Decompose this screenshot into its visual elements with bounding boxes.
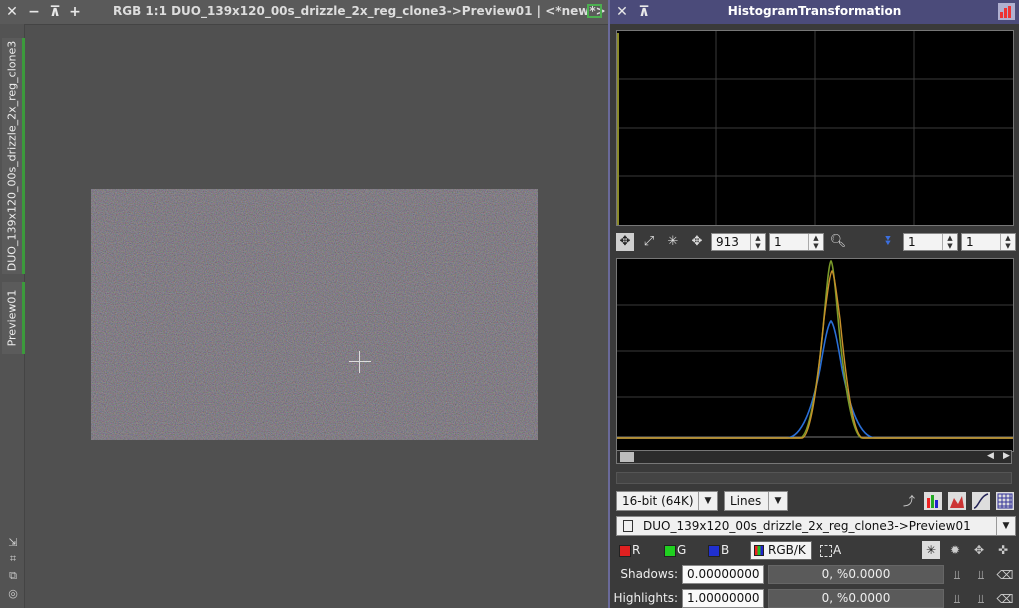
tab-preview01[interactable]: Preview01	[2, 282, 25, 354]
histogram-auto-icon[interactable]: ⫫	[972, 590, 990, 608]
channel-a-checkbox[interactable]	[820, 545, 832, 557]
channel-a-label[interactable]: A	[833, 543, 841, 557]
horizontal-zoom-stepper[interactable]: 913 ▲ ▼	[711, 233, 766, 251]
shade-icon[interactable]: ⊼	[47, 4, 63, 20]
pan-icon[interactable]: ✥	[688, 233, 706, 251]
bit-depth-value: 16-bit (64K)	[622, 494, 694, 508]
vertical-zoom-value: 1	[774, 235, 782, 249]
scrollbar-thumb[interactable]	[620, 452, 634, 462]
image-view-icon	[623, 520, 633, 532]
view-selector[interactable]: DUO_139x120_00s_drizzle_2x_reg_clone3->P…	[616, 516, 1016, 536]
stepper-arrows-icon[interactable]: ▲ ▼	[1000, 234, 1015, 250]
shadows-clipping: 0, %0.0000	[768, 565, 944, 584]
zoom-in-icon[interactable]: ⤢	[640, 233, 658, 251]
stepper-arrows-icon[interactable]: ▲ ▼	[750, 234, 765, 250]
chevron-down-icon: ▼	[698, 492, 717, 510]
zoom-out-icon[interactable]: ✳	[664, 233, 682, 251]
vertical-zoom-stepper[interactable]: 1 ▲ ▼	[769, 233, 824, 251]
tab-preview01-label: Preview01	[5, 289, 19, 347]
tab-main-view[interactable]: DUO_139x120_00s_drizzle_2x_reg_clone3	[2, 38, 25, 274]
magnifier-icon[interactable]: 🔍︎	[829, 233, 847, 251]
output-v-zoom-stepper[interactable]: 1 ▲ ▼	[961, 233, 1016, 251]
cursor-crosshair	[349, 361, 371, 362]
histogram-auto-icon[interactable]: ⫫	[972, 566, 990, 584]
move-icon[interactable]: ✥	[616, 233, 634, 251]
histogram-transformation-window: ✕ ⊼ HistogramTransformation ✥ ⤢ ✳ ✥ 913 …	[608, 0, 1019, 608]
bit-depth-select[interactable]: 16-bit (64K) ▼	[616, 491, 718, 511]
scroll-right-icon[interactable]: ▶	[1003, 451, 1010, 461]
transfer-curve-icon[interactable]	[972, 492, 990, 510]
input-histogram[interactable]	[616, 258, 1014, 452]
channel-g-label[interactable]: G	[677, 543, 686, 557]
output-v-zoom-value: 1	[966, 235, 974, 249]
image-window-title: RGB 1:1 DUO_139x120_00s_drizzle_2x_reg_c…	[113, 4, 606, 18]
highlights-value: 1.00000000	[687, 591, 760, 605]
scroll-left-icon[interactable]: ◀	[987, 451, 994, 461]
chevron-down-icon: ▼	[768, 492, 787, 510]
reset-icon[interactable]: ✜	[994, 541, 1012, 559]
stepper-arrows-icon[interactable]: ▲ ▼	[942, 234, 957, 250]
graph-style-select[interactable]: Lines ▼	[724, 491, 788, 511]
image-title-bar: ✕ − ⊼ + RGB 1:1 DUO_139x120_00s_drizzle_…	[0, 0, 608, 25]
rgb-histogram-icon[interactable]	[924, 492, 942, 510]
maximize-icon[interactable]: +	[67, 4, 83, 20]
transfer-curve-strip	[616, 472, 1012, 484]
fit-icon[interactable]: ⌗	[6, 552, 20, 566]
graph-style-value: Lines	[730, 494, 762, 508]
view-target-label: DUO_139x120_00s_drizzle_2x_reg_clone3->P…	[643, 519, 971, 533]
grid-icon[interactable]	[996, 492, 1014, 510]
highlights-label: Highlights:	[613, 591, 678, 605]
collapse-arrow-icon[interactable]: ⏬︎	[880, 233, 898, 251]
reset-zoom-icon[interactable]: ⤴	[900, 492, 918, 510]
shadows-value: 0.00000000	[687, 567, 760, 581]
histogram-small-icon[interactable]: ⫫	[948, 566, 966, 584]
channel-r-swatch[interactable]	[619, 545, 631, 557]
histogram-small-icon[interactable]: ⫫	[948, 590, 966, 608]
highlights-input[interactable]: 1.00000000	[682, 589, 764, 608]
channel-b-label[interactable]: B	[721, 543, 729, 557]
channel-rgbk-label: RGB/K	[768, 543, 806, 557]
channel-rgbk-button[interactable]: RGB/K	[750, 541, 812, 560]
preview-image[interactable]	[91, 189, 538, 440]
panel-icon[interactable]	[587, 4, 602, 18]
chevron-down-icon: ▼	[996, 517, 1015, 535]
channel-g-swatch[interactable]	[664, 545, 676, 557]
output-histogram[interactable]	[616, 30, 1014, 226]
ht-title-bar: ✕ ⊼ HistogramTransformation	[610, 0, 1019, 24]
target-icon[interactable]: ◎	[6, 587, 20, 601]
image-window: ✕ − ⊼ + RGB 1:1 DUO_139x120_00s_drizzle_…	[0, 0, 608, 608]
horizontal-zoom-value: 913	[716, 235, 739, 249]
composite-histogram-icon[interactable]	[948, 492, 966, 510]
histogram-icon[interactable]	[998, 3, 1015, 20]
histogram-scrollbar[interactable]: ◀ ▶	[616, 450, 1012, 464]
close-icon[interactable]: ✕	[4, 4, 20, 20]
highlights-clipping: 0, %0.0000	[768, 589, 944, 608]
output-h-zoom-value: 1	[908, 235, 916, 249]
output-h-zoom-stepper[interactable]: 1 ▲ ▼	[903, 233, 958, 251]
clear-icon[interactable]: ⌫	[996, 590, 1014, 608]
rgb-swatch-icon	[754, 545, 764, 556]
clear-icon[interactable]: ⌫	[996, 566, 1014, 584]
zoom-in-icon[interactable]: ⇲	[6, 536, 20, 550]
minimize-icon[interactable]: −	[26, 4, 42, 20]
auto-zero-icon[interactable]: ✹	[946, 541, 964, 559]
view-tab-strip: DUO_139x120_00s_drizzle_2x_reg_clone3 Pr…	[0, 24, 25, 608]
stepper-arrows-icon[interactable]: ▲ ▼	[808, 234, 823, 250]
ht-window-title: HistogramTransformation	[727, 4, 902, 18]
auto-clip-icon[interactable]: ✳	[922, 541, 940, 559]
tab-main-view-label: DUO_139x120_00s_drizzle_2x_reg_clone3	[5, 40, 19, 272]
channel-b-swatch[interactable]	[708, 545, 720, 557]
midtones-icon[interactable]: ✥	[970, 541, 988, 559]
cursor-crosshair-vertical	[359, 351, 360, 373]
shadows-input[interactable]: 0.00000000	[682, 565, 764, 584]
shadows-label: Shadows:	[620, 567, 678, 581]
zoom-toolbar: ✥ ⤢ ✳ ✥ 913 ▲ ▼ 1 ▲ ▼ 🔍︎ ⏬︎ 1 ▲ ▼ 1 ▲ ▼	[610, 232, 1019, 252]
copy-icon[interactable]: ⧉	[6, 569, 20, 583]
channel-r-label[interactable]: R	[632, 543, 640, 557]
